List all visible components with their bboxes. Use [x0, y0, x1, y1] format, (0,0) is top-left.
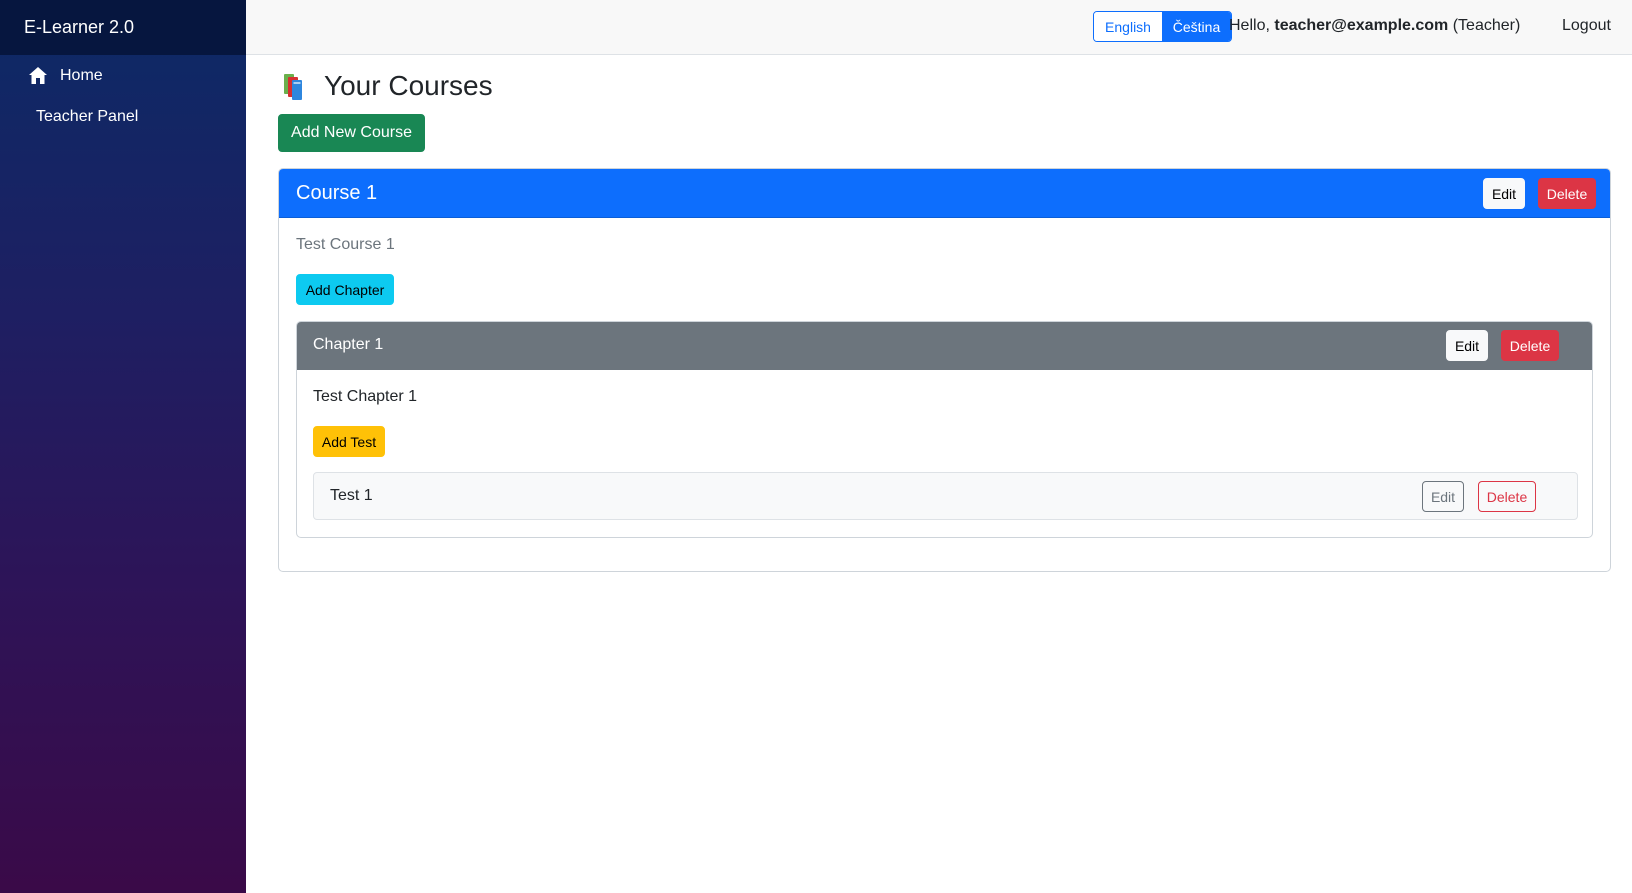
delete-chapter-button[interactable]: Delete — [1501, 330, 1559, 361]
sidebar-item-teacher-panel[interactable]: Teacher Panel — [36, 106, 138, 128]
language-english-button[interactable]: English — [1094, 12, 1162, 41]
page-title-text: Your Courses — [324, 70, 493, 101]
add-test-button[interactable]: Add Test — [313, 426, 385, 457]
top-navbar: English Čeština Hello, teacher@example.c… — [246, 0, 1632, 55]
language-czech-button[interactable]: Čeština — [1162, 12, 1231, 41]
brand-title[interactable]: E-Learner 2.0 — [0, 0, 246, 55]
chapter-description: Test Chapter 1 — [313, 388, 418, 405]
add-chapter-button[interactable]: Add Chapter — [296, 274, 394, 305]
edit-course-button[interactable]: Edit — [1483, 178, 1525, 209]
sidebar-item-home[interactable]: Home — [28, 64, 103, 88]
edit-test-button[interactable]: Edit — [1422, 481, 1464, 512]
edit-chapter-button[interactable]: Edit — [1446, 330, 1488, 361]
sidebar: E-Learner 2.0 Home Teacher Panel — [0, 0, 246, 893]
chapter-card: Chapter 1 Edit Delete Test Chapter 1 Add… — [296, 321, 1593, 538]
greeting-prefix: Hello, — [1229, 17, 1270, 34]
chapter-header: Chapter 1 Edit Delete — [297, 322, 1592, 370]
user-email: teacher@example.com — [1274, 17, 1449, 34]
chapter-title: Chapter 1 — [313, 336, 384, 353]
add-new-course-button[interactable]: Add New Course — [278, 114, 425, 152]
page-title: Your Courses — [282, 70, 493, 102]
delete-course-button[interactable]: Delete — [1538, 178, 1596, 209]
books-icon — [282, 71, 312, 101]
home-icon — [28, 66, 48, 86]
user-greeting: Hello, teacher@example.com (Teacher) — [1229, 17, 1520, 35]
course-card: Course 1 Edit Delete Test Course 1 Add C… — [278, 168, 1611, 572]
course-description: Test Course 1 — [296, 236, 395, 253]
logout-link[interactable]: Logout — [1562, 17, 1611, 35]
test-title: Test 1 — [330, 487, 373, 504]
language-switcher: English Čeština — [1093, 11, 1232, 42]
delete-test-button[interactable]: Delete — [1478, 481, 1536, 512]
sidebar-item-label: Teacher Panel — [36, 108, 139, 125]
user-role: (Teacher) — [1452, 17, 1521, 34]
course-title: Course 1 — [296, 182, 378, 204]
test-list-item: Test 1 Edit Delete — [313, 472, 1578, 520]
course-header: Course 1 Edit Delete — [279, 169, 1610, 218]
sidebar-item-label: Home — [60, 67, 103, 84]
